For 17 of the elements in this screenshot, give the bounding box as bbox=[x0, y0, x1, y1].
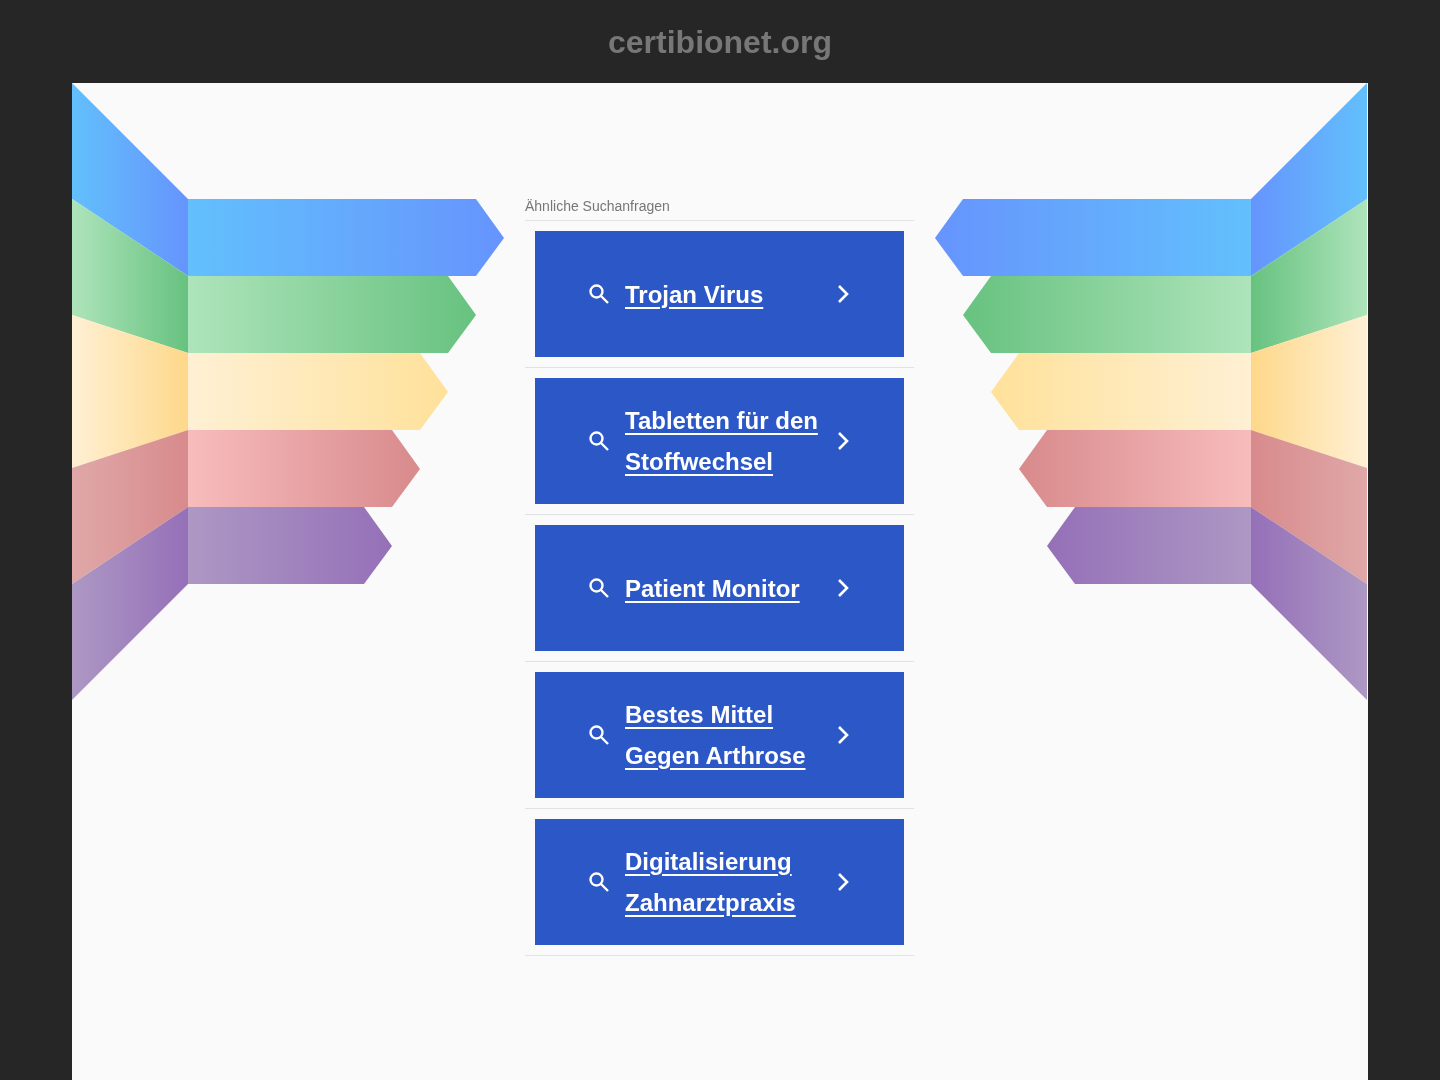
chevron-right-icon bbox=[837, 578, 849, 598]
search-icon bbox=[587, 429, 611, 453]
search-icon bbox=[587, 723, 611, 747]
search-icon bbox=[587, 576, 611, 600]
search-icon bbox=[587, 870, 611, 894]
chevron-right-icon bbox=[837, 872, 849, 892]
search-icon bbox=[587, 282, 611, 306]
related-search-link[interactable]: Patient Monitor bbox=[535, 525, 904, 651]
related-search-link[interactable]: Trojan Virus bbox=[535, 231, 904, 357]
chevron-right-icon bbox=[837, 431, 849, 451]
chevron-right-icon bbox=[837, 284, 849, 304]
chevron-right-icon bbox=[837, 725, 849, 745]
site-title: certibionet.org bbox=[608, 22, 832, 62]
related-search-link[interactable]: Digitalisierung Zahnarztpraxis bbox=[535, 819, 904, 945]
section-label: Ähnliche Suchanfragen bbox=[525, 197, 670, 216]
related-search-link[interactable]: Bestes Mittel Gegen Arthrose bbox=[535, 672, 904, 798]
related-search-link[interactable]: Tabletten für den Stoffwechsel bbox=[535, 378, 904, 504]
